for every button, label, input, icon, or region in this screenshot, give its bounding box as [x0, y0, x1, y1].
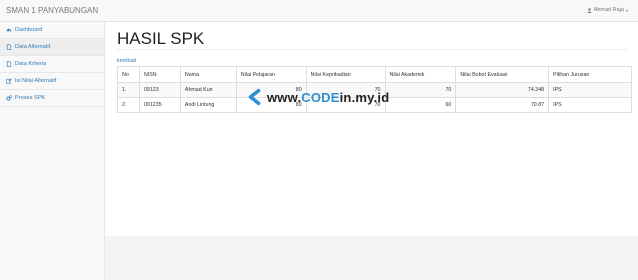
user-icon [586, 7, 592, 13]
sidebar-item-dashboard[interactable]: Dashboard [0, 22, 104, 39]
user-name: Ahmad Raja [593, 7, 624, 13]
file-icon [6, 44, 12, 50]
title-divider [117, 49, 627, 50]
sidebar-item-data-kriteria[interactable]: Data Kriteria [0, 56, 104, 73]
sidebar-item-label: Dashboard [15, 27, 43, 33]
table-cell: 60 [384, 97, 457, 113]
page-title: HASIL SPK [117, 29, 205, 48]
sidebar-item-label: Isi Nilai Alternatif [15, 78, 57, 84]
watermark: www.CODEin.my.id [246, 88, 389, 106]
user-menu[interactable]: Ahmad Raja ▾ [586, 7, 628, 13]
table-cell: Ahmad Kun [179, 82, 237, 98]
table-cell: 2. [117, 97, 140, 113]
top-navbar: SMAN 1 PANYABUNGAN Ahmad Raja ▾ [0, 0, 638, 22]
table-cell: 091235 [138, 97, 181, 113]
sidebar: Dashboard Data Alternatif Data Kriteria … [0, 22, 105, 280]
table-cell: 09123 [138, 82, 181, 98]
arrow-logo-icon [246, 88, 264, 106]
brand-title[interactable]: SMAN 1 PANYABUNGAN [6, 6, 98, 15]
table-cell: Andi Lintung [179, 97, 237, 113]
column-header: Nilai Akademik [384, 66, 457, 83]
column-header: Pilihan Jurusan [548, 66, 632, 83]
column-header: Nama [179, 66, 237, 83]
dashboard-icon [6, 27, 12, 33]
watermark-accent: CODE [301, 89, 340, 105]
file-icon [6, 61, 12, 67]
table-cell: 1. [117, 82, 140, 98]
table-cell: 74.348 [455, 82, 550, 98]
main-content: HASIL SPK kembali No NISN Nama Nilai Pel… [105, 22, 638, 236]
back-link[interactable]: kembali [117, 58, 136, 64]
column-header: Nilai Pelajaran [235, 66, 307, 83]
sidebar-item-proses-spk[interactable]: Proses SPK [0, 90, 104, 107]
column-header: Nilai Kepribadian [305, 66, 386, 83]
sidebar-item-label: Data Alternatif [15, 44, 51, 50]
gears-icon [6, 95, 12, 101]
sidebar-item-label: Proses SPK [15, 95, 46, 101]
table-cell: 70.87 [455, 97, 550, 113]
column-header: No [117, 66, 140, 83]
column-header: Nilai Bobot Evaluasi [455, 66, 550, 83]
edit-icon [6, 78, 12, 84]
sidebar-item-label: Data Kriteria [15, 61, 47, 67]
table-cell: IPS [548, 82, 632, 98]
column-header: NISN [138, 66, 181, 83]
table-header-row: No NISN Nama Nilai Pelajaran Nilai Kepri… [117, 66, 632, 83]
table-cell: IPS [548, 97, 632, 113]
watermark-suffix: in.my.id [339, 89, 390, 105]
watermark-prefix: www. [267, 89, 302, 105]
sidebar-item-isi-nilai-alternatif[interactable]: Isi Nilai Alternatif [0, 73, 104, 90]
sidebar-item-data-alternatif[interactable]: Data Alternatif [0, 39, 104, 56]
table-cell: 70 [384, 82, 457, 98]
caret-down-icon: ▾ [625, 7, 628, 13]
watermark-text: www.CODEin.my.id [267, 90, 389, 105]
